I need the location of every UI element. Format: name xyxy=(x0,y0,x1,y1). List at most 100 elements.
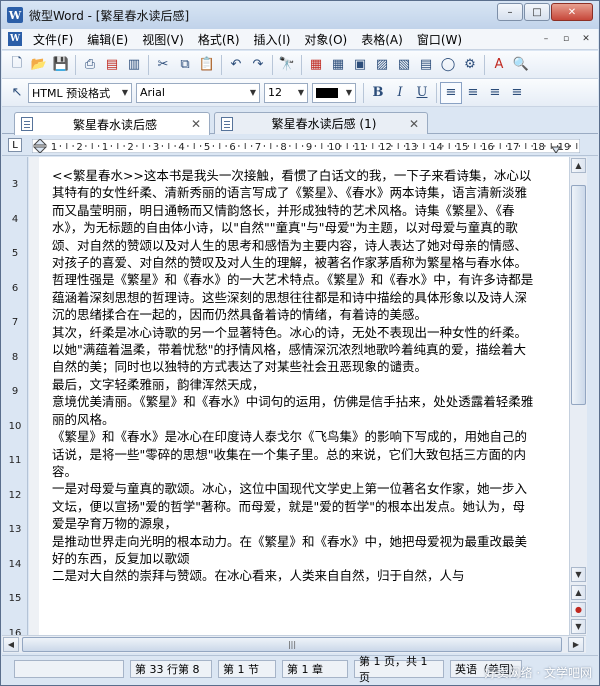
doc-minimize-button[interactable]: – xyxy=(538,32,554,46)
insert-table-icon[interactable]: ▦ xyxy=(327,54,349,76)
menu-insert[interactable]: 插入(I) xyxy=(247,31,298,48)
ruler-label: 6 xyxy=(11,282,19,294)
scroll-up-icon[interactable]: ▲ xyxy=(571,158,586,173)
color-select[interactable]: ▼ xyxy=(312,82,356,103)
document-page[interactable]: <<繁星春水>>这本书是我头一次接触，看惯了白话文的我，一下子来看诗集，冰心以其… xyxy=(39,157,569,635)
tab-stop-selector[interactable]: L xyxy=(8,138,22,152)
menu-view[interactable]: 视图(V) xyxy=(135,31,191,48)
circle-icon[interactable]: ◯ xyxy=(437,54,459,76)
minimize-button[interactable]: – xyxy=(497,3,523,21)
page-view-icon[interactable]: ▣ xyxy=(349,54,371,76)
ruler-label: 8 xyxy=(11,351,19,363)
document-body[interactable]: <<繁星春水>>这本书是我头一次接触，看惯了白话文的我，一下子来看诗集，冰心以其… xyxy=(52,167,534,585)
paragraph[interactable]: 哲理性强是《繁星》和《春水》的一大艺术特点。《繁星》和《春水》中，有许多诗都是蕴… xyxy=(52,271,534,323)
zoom-icon[interactable]: 🔍 xyxy=(510,54,532,76)
font-size-select[interactable]: 12 ▼ xyxy=(264,82,308,103)
paragraph[interactable]: 意境优美清丽。《繁星》和《春水》中词句的运用，仿佛是信手拈来，处处透露着轻柔雅丽… xyxy=(52,393,534,428)
ruler-label: 10 xyxy=(328,142,341,153)
print-icon[interactable]: ⎙ xyxy=(79,54,101,76)
close-icon[interactable]: ✕ xyxy=(407,117,421,131)
align-left-icon[interactable]: ≡ xyxy=(440,81,462,104)
save-icon[interactable]: 💾 xyxy=(50,54,72,76)
horizontal-scrollbar[interactable]: ◀ ||| ▶ xyxy=(2,635,586,653)
paragraph[interactable]: 是推动世界走向光明的根本动力。在《繁星》和《春水》中，她把母爱视为最重改最美好的… xyxy=(52,533,534,568)
pdf-icon[interactable]: ▤ xyxy=(101,54,123,76)
print-preview-icon[interactable]: ▥ xyxy=(123,54,145,76)
prev-page-icon[interactable]: ▲ xyxy=(571,585,586,600)
ruler-label: 12 xyxy=(8,489,22,501)
undo-icon[interactable]: ↶ xyxy=(225,54,247,76)
style-select[interactable]: HTML 预设格式 ▼ xyxy=(28,82,132,103)
bold-button[interactable]: B xyxy=(367,82,389,104)
ruler-label: 5 xyxy=(11,248,19,259)
maximize-button[interactable]: □ xyxy=(524,3,550,21)
paragraph[interactable]: 其次，纤柔是冰心诗歌的另一个显著特色。冰心的诗，无处不表现出一种女性的纤柔。以她… xyxy=(52,324,534,376)
pointer-icon[interactable]: ↖ xyxy=(6,82,28,104)
redo-icon[interactable]: ↷ xyxy=(247,54,269,76)
close-button[interactable]: ✕ xyxy=(551,3,593,21)
ruler-scale[interactable]: 1 2 1 2 3 4 5 6 7 8 9 10 11 12 13 14 15 16 17 18 19 xyxy=(32,139,580,153)
toolbar-separator xyxy=(221,54,222,75)
format-toolbar: ↖ HTML 预设格式 ▼ Arial ▼ 12 ▼ ▼ B I U ≡ ≡ ≡… xyxy=(2,79,598,107)
scroll-right-icon[interactable]: ▶ xyxy=(568,637,584,652)
text-color-icon[interactable]: A xyxy=(488,54,510,76)
font-select[interactable]: Arial ▼ xyxy=(136,82,260,103)
date-icon[interactable]: ▦ xyxy=(305,54,327,76)
new-doc-icon[interactable]: 🗋 xyxy=(6,54,28,76)
paragraph[interactable]: 一是对母爱与童真的歌颂。冰心，这位中国现代文学史上第一位著名女作家，她一步入文坛… xyxy=(52,480,534,532)
tab-doc-1[interactable]: 繁星春水读后感 ✕ xyxy=(14,112,210,135)
menu-window[interactable]: 窗口(W) xyxy=(410,31,469,48)
vertical-scrollbar[interactable]: ▲ ▼ ▲ ● ▼ xyxy=(569,157,587,635)
ruler-label: 15 xyxy=(8,593,22,604)
italic-button[interactable]: I xyxy=(389,82,411,104)
status-bar: 第 33 行第 8 第 1 节 第 1 章 第 1 页，共 1 页 英语（美国）… xyxy=(2,655,598,685)
ruler-label: 13 xyxy=(405,142,418,153)
menu-file[interactable]: 文件(F) xyxy=(26,31,80,48)
ruler-label: 14 xyxy=(8,558,22,570)
doc-close-button[interactable]: ✕ xyxy=(578,32,594,46)
align-center-icon[interactable]: ≡ xyxy=(462,82,484,104)
ruler-label: 2 xyxy=(76,142,82,153)
ruler-label: 11 xyxy=(8,455,22,466)
align-right-icon[interactable]: ≡ xyxy=(484,82,506,104)
image-icon[interactable]: ▨ xyxy=(371,54,393,76)
ruler-label: 10 xyxy=(8,420,22,432)
underline-button[interactable]: U xyxy=(411,82,433,104)
doc-restore-button[interactable]: ▫ xyxy=(558,32,574,46)
open-folder-icon[interactable]: 📂 xyxy=(28,54,50,76)
paste-icon[interactable]: 📋 xyxy=(196,54,218,76)
menu-edit[interactable]: 编辑(E) xyxy=(80,31,135,48)
menu-format[interactable]: 格式(R) xyxy=(191,31,247,48)
scroll-left-icon[interactable]: ◀ xyxy=(3,637,19,652)
tab-doc-2[interactable]: 繁星春水读后感 (1) ✕ xyxy=(214,112,428,134)
browse-object-icon[interactable]: ● xyxy=(571,602,586,617)
ruler-label: 14 xyxy=(430,142,443,153)
paragraph[interactable]: <<繁星春水>>这本书是我头一次接触，看惯了白话文的我，一下子来看诗集，冰心以其… xyxy=(52,167,534,271)
style-value: HTML 预设格式 xyxy=(32,86,111,100)
paragraph[interactable]: 最后，文字轻柔雅丽，韵律浑然天成， xyxy=(52,376,534,393)
scroll-thumb[interactable]: ||| xyxy=(22,637,562,652)
scroll-down-icon[interactable]: ▼ xyxy=(571,567,586,582)
next-page-icon[interactable]: ▼ xyxy=(571,619,586,634)
align-justify-icon[interactable]: ≡ xyxy=(506,82,528,104)
ruler-label: 11 xyxy=(354,142,367,153)
scroll-thumb[interactable] xyxy=(571,185,586,405)
format-icon[interactable]: ⚙ xyxy=(459,54,481,76)
ruler-label: 1 xyxy=(102,142,108,153)
copy-icon[interactable]: ⧉ xyxy=(174,54,196,76)
ruler-label: 3 xyxy=(153,142,159,153)
paragraph[interactable]: 二是对大自然的崇拜与赞颂。在冰心看来，人类来自自然，归于自然，人与 xyxy=(52,567,534,584)
tab-label: 繁星春水读后感 xyxy=(72,117,157,132)
menu-object[interactable]: 对象(O) xyxy=(297,31,354,48)
paragraph[interactable]: 《繁星》和《春水》是冰心在印度诗人泰戈尔《飞鸟集》的影响下写成的，用她自己的话说… xyxy=(52,428,534,480)
menu-table[interactable]: 表格(A) xyxy=(354,31,410,48)
window-title: 微型Word - [繁星春水读后感] xyxy=(29,8,190,23)
table-icon[interactable]: ▤ xyxy=(415,54,437,76)
close-icon[interactable]: ✕ xyxy=(189,117,203,131)
chart-icon[interactable]: ▧ xyxy=(393,54,415,76)
ruler-label: 9 xyxy=(11,386,19,397)
find-icon[interactable]: 🔭 xyxy=(276,54,298,76)
chevron-down-icon: ▼ xyxy=(297,88,304,97)
cut-icon[interactable]: ✂ xyxy=(152,54,174,76)
document-area[interactable]: <<繁星春水>>这本书是我头一次接触，看惯了白话文的我，一下子来看诗集，冰心以其… xyxy=(29,157,569,635)
